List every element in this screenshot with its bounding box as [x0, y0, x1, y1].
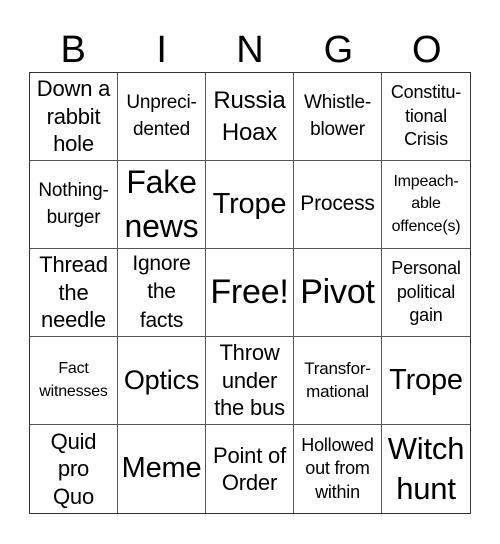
bingo-cell[interactable]: Throw under the bus: [206, 337, 294, 425]
bingo-cell[interactable]: Ignore the facts: [118, 249, 206, 337]
header-letter-b: B: [60, 29, 86, 71]
bingo-cell[interactable]: Unpreci- dented: [118, 73, 206, 161]
bingo-cell[interactable]: Fact witnesses: [30, 337, 118, 425]
bingo-cell[interactable]: Trope: [382, 337, 470, 425]
bingo-cell[interactable]: Quid pro Quo: [30, 425, 118, 513]
bingo-header: B I N G O: [29, 30, 471, 70]
bingo-cell[interactable]: Process: [294, 161, 382, 249]
header-letter-o: O: [412, 29, 442, 71]
bingo-cell[interactable]: Transfor- mational: [294, 337, 382, 425]
bingo-cell[interactable]: Nothing- burger: [30, 161, 118, 249]
bingo-cell[interactable]: Fake news: [118, 161, 206, 249]
bingo-cell[interactable]: Constitu- tional Crisis: [382, 73, 470, 161]
bingo-card: Down a rabbit hole Unpreci- dented Russi…: [29, 72, 471, 514]
bingo-cell[interactable]: Personal political gain: [382, 249, 470, 337]
bingo-cell[interactable]: Witch hunt: [382, 425, 470, 513]
bingo-cell[interactable]: Thread the needle: [30, 249, 118, 337]
bingo-cell[interactable]: Trope: [206, 161, 294, 249]
bingo-cell[interactable]: Whistle- blower: [294, 73, 382, 161]
bingo-cell[interactable]: Pivot: [294, 249, 382, 337]
bingo-cell[interactable]: Point of Order: [206, 425, 294, 513]
header-letter-n: N: [236, 29, 264, 71]
header-letter-g: G: [323, 29, 354, 71]
bingo-cell[interactable]: Russia Hoax: [206, 73, 294, 161]
bingo-cell[interactable]: Hollowed out from within: [294, 425, 382, 513]
bingo-cell[interactable]: Impeach- able offence(s): [382, 161, 470, 249]
bingo-cell[interactable]: Down a rabbit hole: [30, 73, 118, 161]
bingo-cell[interactable]: Optics: [118, 337, 206, 425]
bingo-cell[interactable]: Meme: [118, 425, 206, 513]
free-space-cell[interactable]: Free!: [206, 249, 294, 337]
header-letter-i: I: [156, 29, 167, 71]
